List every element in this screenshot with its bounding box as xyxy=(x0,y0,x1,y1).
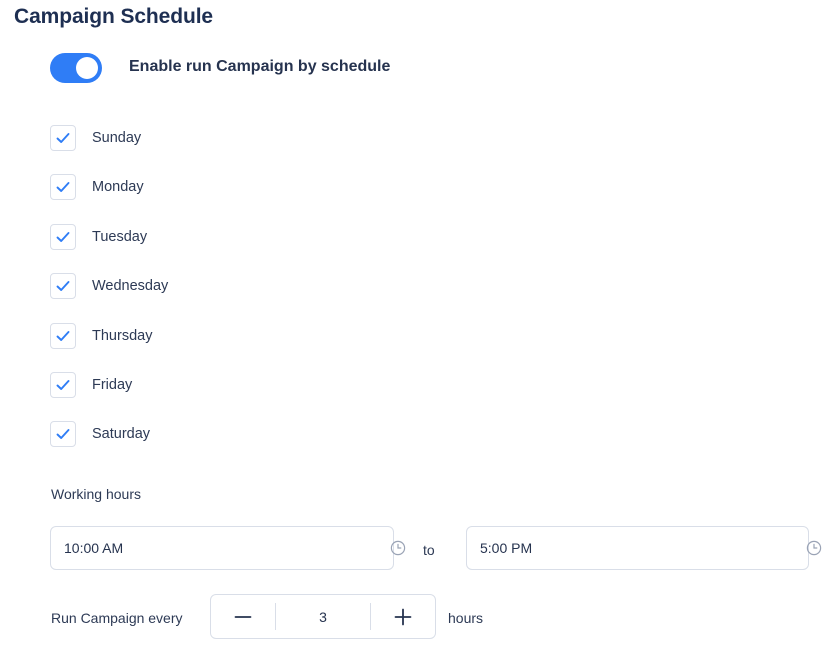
toggle-knob xyxy=(76,57,98,79)
time-separator-label: to xyxy=(423,542,435,558)
checkmark-icon xyxy=(56,133,70,143)
checkmark-icon xyxy=(56,429,70,440)
day-label: Tuesday xyxy=(92,228,148,245)
day-checkbox-list: Sunday Monday Tuesday Wednesday Thursday xyxy=(50,124,168,470)
friday-checkbox[interactable] xyxy=(50,371,76,398)
end-time-value: 5:00 PM xyxy=(480,540,533,556)
schedule-toggle-label: Enable run Campaign by schedule xyxy=(129,58,391,75)
day-option-sunday[interactable]: Sunday xyxy=(50,124,168,152)
minus-icon xyxy=(234,615,252,618)
thursday-checkbox[interactable] xyxy=(50,322,76,349)
day-option-thursday[interactable]: Thursday xyxy=(50,322,168,350)
start-time-value: 10:00 AM xyxy=(64,540,124,556)
plus-icon xyxy=(394,608,412,625)
day-label: Friday xyxy=(92,376,133,393)
clock-icon[interactable] xyxy=(806,540,822,556)
day-option-saturday[interactable]: Saturday xyxy=(50,420,168,448)
day-label: Sunday xyxy=(92,130,142,146)
run-campaign-label: Run Campaign every xyxy=(51,610,183,626)
checkmark-icon xyxy=(56,182,70,193)
day-label: Wednesday xyxy=(92,278,169,295)
campaign-schedule-panel: Campaign Schedule Enable run Campaign by… xyxy=(0,0,837,649)
day-label: Saturday xyxy=(92,426,151,443)
start-time-input[interactable]: 10:00 AM xyxy=(50,526,394,570)
checkmark-icon xyxy=(56,231,70,242)
day-label: Monday xyxy=(92,179,144,196)
wednesday-checkbox[interactable] xyxy=(50,273,76,300)
page-title: Campaign Schedule xyxy=(14,5,214,28)
schedule-toggle[interactable] xyxy=(50,53,102,83)
day-option-friday[interactable]: Friday xyxy=(50,371,168,399)
interval-unit-label: hours xyxy=(448,610,484,626)
day-option-wednesday[interactable]: Wednesday xyxy=(50,272,168,300)
day-option-monday[interactable]: Monday xyxy=(50,173,168,201)
day-label: Thursday xyxy=(92,327,153,344)
monday-checkbox[interactable] xyxy=(50,174,76,201)
saturday-checkbox[interactable] xyxy=(50,421,76,448)
run-interval-value[interactable]: 3 xyxy=(276,595,370,638)
checkmark-icon xyxy=(56,281,70,292)
clock-icon[interactable] xyxy=(390,540,406,556)
checkmark-icon xyxy=(56,380,70,390)
increment-button[interactable] xyxy=(371,595,435,638)
checkmark-icon xyxy=(56,330,70,341)
tuesday-checkbox[interactable] xyxy=(50,223,76,250)
run-interval-stepper: 3 xyxy=(210,594,436,639)
sunday-checkbox[interactable] xyxy=(50,125,76,151)
decrement-button[interactable] xyxy=(211,595,275,638)
day-option-tuesday[interactable]: Tuesday xyxy=(50,223,168,251)
working-hours-label: Working hours xyxy=(51,486,142,502)
end-time-input[interactable]: 5:00 PM xyxy=(466,526,809,570)
